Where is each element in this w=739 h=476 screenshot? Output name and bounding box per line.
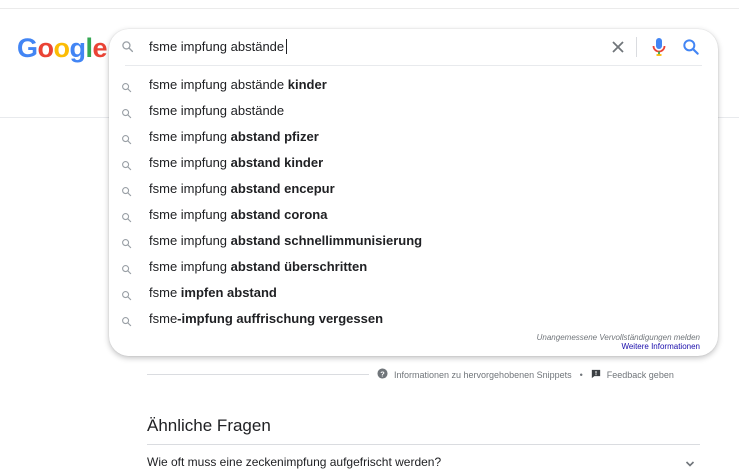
suggestion-plain-part: fsme impfung	[149, 259, 231, 274]
suggestion-text: fsme-impfung auffrischung vergessen	[149, 311, 383, 327]
related-question-item[interactable]: Wie oft muss eine zeckenimpfung aufgefri…	[147, 455, 441, 470]
logo-letter: o	[37, 33, 55, 63]
feedback-link[interactable]: Feedback geben	[607, 369, 674, 381]
related-questions-divider	[147, 444, 700, 445]
snippet-info-bar: ? Informationen zu hervorgehobenen Snipp…	[377, 368, 674, 382]
suggestion-plain-part: fsme impfung	[149, 207, 231, 222]
help-icon: ?	[377, 368, 388, 382]
search-icon	[121, 236, 132, 254]
close-icon	[612, 41, 624, 53]
suggestion-item[interactable]: fsme impfung abstand corona	[109, 202, 718, 228]
logo-letter: l	[85, 33, 94, 63]
top-divider	[0, 8, 739, 9]
search-query-text: fsme impfung abstände	[149, 39, 285, 54]
search-bar-divider	[636, 37, 637, 57]
suggestion-bold-part: -impfung auffrischung vergessen	[177, 311, 384, 326]
suggestion-item[interactable]: fsme impfung abstände	[109, 98, 718, 124]
search-autocomplete-panel: fsme impfung abstände fsme impfung abstä…	[109, 29, 718, 356]
suggestion-text: fsme impfen abstand	[149, 285, 277, 301]
suggestion-bold-part: impfen abstand	[180, 285, 277, 300]
suggestions-divider	[125, 65, 702, 66]
suggestion-text: fsme impfung abstände kinder	[149, 77, 327, 93]
suggestion-item[interactable]: fsme-impfung auffrischung vergessen	[109, 306, 718, 332]
logo-letter: e	[92, 33, 108, 63]
suggestion-plain-part: fsme impfung	[149, 129, 231, 144]
suggestion-text: fsme impfung abstände	[149, 103, 284, 119]
search-icon	[121, 80, 132, 98]
mic-icon	[652, 38, 666, 56]
suggestion-plain-part: fsme impfung	[149, 155, 231, 170]
suggestion-text: fsme impfung abstand schnellimmunisierun…	[149, 233, 422, 249]
suggestion-list: fsme impfung abstände kinder fsme impfung…	[109, 72, 718, 332]
suggestion-plain-part: fsme	[149, 311, 178, 326]
report-predictions-link[interactable]: Unangemessene Vervollständigungen melden	[537, 333, 700, 342]
more-info-link[interactable]: Weitere Informationen	[537, 342, 700, 351]
feedback-icon	[591, 369, 601, 382]
suggestion-text: fsme impfung abstand corona	[149, 207, 327, 223]
separator-dot: •	[579, 370, 583, 380]
voice-search-button[interactable]	[649, 35, 669, 59]
suggestion-plain-part: fsme impfung abstände	[149, 103, 285, 118]
logo-letter: G	[17, 33, 38, 63]
suggestion-plain-part: fsme impfung	[149, 233, 231, 248]
search-icon	[121, 314, 132, 332]
search-icon	[121, 106, 132, 124]
suggestion-item[interactable]: fsme impfung abstände kinder	[109, 72, 718, 98]
search-icon	[121, 158, 132, 176]
suggestion-bold-part: abstand überschritten	[230, 259, 368, 274]
suggestion-bold-part: kinder	[287, 77, 327, 92]
search-input[interactable]: fsme impfung abstände	[149, 39, 288, 55]
suggestion-text: fsme impfung abstand überschritten	[149, 259, 367, 275]
suggestion-bold-part: abstand encepur	[230, 181, 335, 196]
search-icon	[121, 288, 132, 306]
search-icon	[121, 40, 134, 58]
search-icon	[121, 262, 132, 280]
search-icon	[121, 210, 132, 228]
google-logo[interactable]: Google	[17, 33, 108, 63]
suggestion-item[interactable]: fsme impfung abstand pfizer	[109, 124, 718, 150]
suggestion-item[interactable]: fsme impfung abstand kinder	[109, 150, 718, 176]
search-icon	[121, 184, 132, 202]
suggestion-item[interactable]: fsme impfen abstand	[109, 280, 718, 306]
logo-letter: o	[53, 33, 71, 63]
logo-letter: g	[69, 33, 87, 63]
snippet-divider	[147, 374, 369, 375]
suggestion-bold-part: abstand corona	[230, 207, 328, 222]
suggestion-text: fsme impfung abstand encepur	[149, 181, 335, 197]
suggestion-bold-part: abstand pfizer	[230, 129, 319, 144]
suggestion-bold-part: abstand schnellimmunisierung	[230, 233, 423, 248]
suggestion-plain-part: fsme impfung abstände	[149, 77, 288, 92]
suggestion-item[interactable]: fsme impfung abstand encepur	[109, 176, 718, 202]
clear-button[interactable]	[608, 37, 628, 57]
related-questions-title: Ähnliche Fragen	[147, 416, 271, 435]
suggestion-bold-part: abstand kinder	[230, 155, 324, 170]
suggestion-text: fsme impfung abstand pfizer	[149, 129, 319, 145]
suggestion-item[interactable]: fsme impfung abstand überschritten	[109, 254, 718, 280]
autocomplete-footer: Unangemessene Vervollständigungen melden…	[537, 333, 700, 351]
search-icon	[683, 39, 699, 55]
chevron-down-icon[interactable]	[684, 457, 696, 475]
suggestion-item[interactable]: fsme impfung abstand schnellimmunisierun…	[109, 228, 718, 254]
suggestion-plain-part: fsme impfung	[149, 181, 231, 196]
search-submit-button[interactable]	[681, 37, 701, 57]
search-icon	[121, 132, 132, 150]
suggestion-text: fsme impfung abstand kinder	[149, 155, 323, 171]
text-cursor	[286, 39, 288, 54]
suggestion-plain-part: fsme	[149, 285, 181, 300]
search-bar[interactable]: fsme impfung abstände	[109, 29, 718, 65]
snippet-info-link[interactable]: Informationen zu hervorgehobenen Snippet…	[394, 369, 572, 381]
svg-text:?: ?	[380, 369, 385, 378]
